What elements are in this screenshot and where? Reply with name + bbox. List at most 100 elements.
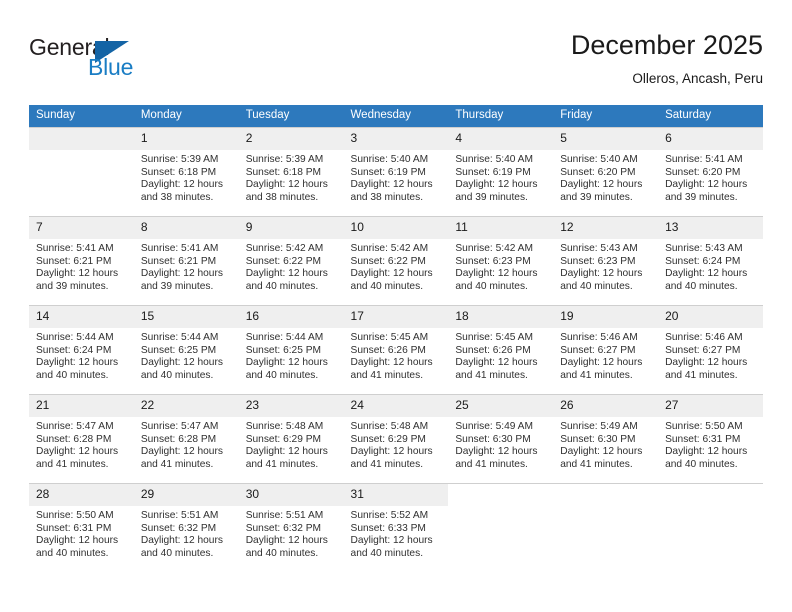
sunrise-text: Sunrise: 5:48 AM bbox=[350, 421, 429, 432]
daylight-text-line1: Daylight: 12 hours bbox=[140, 446, 223, 458]
daylight-text-line1: Daylight: 12 hours bbox=[560, 179, 643, 191]
sunset-text: Sunset: 6:31 PM bbox=[665, 433, 741, 445]
calendar-day-cell[interactable]: 18 Sunrise: 5:45 AM Sunset: 6:26 PM Dayligh… bbox=[448, 305, 554, 395]
calendar-empty-cell bbox=[448, 483, 554, 572]
daylight-text-line1: Daylight: 12 hours bbox=[350, 357, 433, 369]
daylight-text-line1: Daylight: 12 hours bbox=[245, 357, 328, 369]
day-number: 21 bbox=[29, 395, 134, 417]
sunrise-text: Sunrise: 5:42 AM bbox=[245, 243, 324, 254]
day-sun-info: Sunrise: 5:43 AM Sunset: 6:24 PM Daylight:… bbox=[658, 239, 763, 293]
calendar-page: General Blue December 2025 Olleros, Anca… bbox=[0, 0, 792, 612]
title-block: December 2025 Olleros, Ancash, Peru bbox=[571, 28, 763, 89]
calendar-day-cell[interactable]: 11 Sunrise: 5:42 AM Sunset: 6:23 PM Dayligh… bbox=[448, 216, 554, 306]
general-blue-logo[interactable]: General Blue bbox=[29, 34, 229, 90]
calendar-day-cell[interactable]: 28 Sunrise: 5:50 AM Sunset: 6:31 PM Dayligh… bbox=[29, 483, 134, 572]
daylight-text-line1: Daylight: 12 hours bbox=[245, 268, 328, 280]
calendar-day-cell[interactable]: 21 Sunrise: 5:47 AM Sunset: 6:28 PM Dayligh… bbox=[29, 394, 134, 484]
day-number bbox=[658, 484, 763, 506]
day-sun-info: Sunrise: 5:39 AM Sunset: 6:18 PM Daylight:… bbox=[134, 150, 239, 204]
calendar-day-cell[interactable]: 6 Sunrise: 5:41 AM Sunset: 6:20 PM Daylight… bbox=[658, 127, 763, 217]
calendar-day-cell[interactable]: 27 Sunrise: 5:50 AM Sunset: 6:31 PM Dayligh… bbox=[658, 394, 763, 484]
calendar-day-cell[interactable]: 29 Sunrise: 5:51 AM Sunset: 6:32 PM Dayligh… bbox=[133, 483, 239, 572]
calendar-day-cell[interactable]: 7 Sunrise: 5:41 AM Sunset: 6:21 PM Daylight… bbox=[29, 216, 134, 306]
day-sun-info: Sunrise: 5:45 AM Sunset: 6:26 PM Daylight:… bbox=[448, 328, 553, 382]
calendar-day-cell[interactable]: 26 Sunrise: 5:49 AM Sunset: 6:30 PM Dayligh… bbox=[553, 394, 659, 484]
calendar-day-cell[interactable]: 14 Sunrise: 5:44 AM Sunset: 6:24 PM Dayligh… bbox=[29, 305, 134, 395]
calendar-day-cell[interactable]: 13 Sunrise: 5:43 AM Sunset: 6:24 PM Dayligh… bbox=[658, 216, 763, 306]
day-number bbox=[553, 484, 659, 506]
sunrise-text: Sunrise: 5:40 AM bbox=[560, 154, 638, 165]
sunset-text: Sunset: 6:25 PM bbox=[245, 344, 322, 356]
daylight-text-line2: and 40 minutes. bbox=[245, 547, 319, 559]
calendar-day-cell[interactable]: 24 Sunrise: 5:48 AM Sunset: 6:29 PM Dayligh… bbox=[343, 394, 449, 484]
calendar-day-cell[interactable]: 16 Sunrise: 5:44 AM Sunset: 6:25 PM Dayligh… bbox=[238, 305, 344, 395]
sunrise-text: Sunrise: 5:50 AM bbox=[665, 421, 743, 432]
calendar-day-cell[interactable]: 19 Sunrise: 5:46 AM Sunset: 6:27 PM Dayligh… bbox=[553, 305, 659, 395]
day-sun-info: Sunrise: 5:51 AM Sunset: 6:32 PM Daylight:… bbox=[134, 506, 239, 560]
daylight-text-line2: and 40 minutes. bbox=[245, 280, 319, 292]
sunrise-text: Sunrise: 5:43 AM bbox=[560, 243, 638, 254]
sunrise-text: Sunrise: 5:50 AM bbox=[36, 510, 114, 521]
sunset-text: Sunset: 6:33 PM bbox=[350, 522, 426, 534]
calendar-week-row: 28 Sunrise: 5:50 AM Sunset: 6:31 PM Dayligh… bbox=[29, 483, 763, 572]
day-sun-info: Sunrise: 5:47 AM Sunset: 6:28 PM Daylight:… bbox=[29, 417, 134, 471]
day-number: 30 bbox=[238, 484, 344, 506]
calendar-week-row: 7 Sunrise: 5:41 AM Sunset: 6:21 PM Daylight… bbox=[29, 216, 763, 306]
daylight-text-line2: and 39 minutes. bbox=[665, 191, 738, 203]
sunrise-text: Sunrise: 5:51 AM bbox=[245, 510, 324, 521]
day-number bbox=[29, 128, 134, 150]
calendar-day-cell[interactable]: 2 Sunrise: 5:39 AM Sunset: 6:18 PM Daylight… bbox=[238, 127, 344, 217]
calendar-day-cell[interactable]: 8 Sunrise: 5:41 AM Sunset: 6:21 PM Daylight… bbox=[133, 216, 239, 306]
calendar-day-cell[interactable]: 22 Sunrise: 5:47 AM Sunset: 6:28 PM Dayligh… bbox=[133, 394, 239, 484]
daylight-text-line2: and 41 minutes. bbox=[560, 458, 633, 470]
calendar-day-cell[interactable]: 23 Sunrise: 5:48 AM Sunset: 6:29 PM Dayligh… bbox=[238, 394, 344, 484]
day-number: 10 bbox=[343, 217, 449, 239]
day-sun-info: Sunrise: 5:41 AM Sunset: 6:21 PM Daylight:… bbox=[134, 239, 239, 293]
calendar-day-cell[interactable]: 9 Sunrise: 5:42 AM Sunset: 6:22 PM Daylight… bbox=[238, 216, 344, 306]
calendar-day-cell[interactable]: 15 Sunrise: 5:44 AM Sunset: 6:25 PM Dayligh… bbox=[133, 305, 239, 395]
calendar-empty-cell bbox=[658, 483, 763, 572]
calendar-day-cell[interactable]: 12 Sunrise: 5:43 AM Sunset: 6:23 PM Dayligh… bbox=[553, 216, 659, 306]
daylight-text-line1: Daylight: 12 hours bbox=[140, 535, 223, 547]
daylight-text-line1: Daylight: 12 hours bbox=[455, 446, 538, 458]
calendar-day-cell[interactable]: 31 Sunrise: 5:52 AM Sunset: 6:33 PM Dayligh… bbox=[343, 483, 449, 572]
sunset-text: Sunset: 6:22 PM bbox=[350, 255, 426, 267]
day-sun-info: Sunrise: 5:49 AM Sunset: 6:30 PM Daylight:… bbox=[553, 417, 658, 471]
day-sun-info: Sunrise: 5:45 AM Sunset: 6:26 PM Daylight:… bbox=[344, 328, 449, 382]
daylight-text-line1: Daylight: 12 hours bbox=[665, 446, 748, 458]
calendar-day-cell[interactable]: 30 Sunrise: 5:51 AM Sunset: 6:32 PM Dayligh… bbox=[238, 483, 344, 572]
sunset-text: Sunset: 6:25 PM bbox=[140, 344, 217, 356]
sunrise-text: Sunrise: 5:51 AM bbox=[140, 510, 219, 521]
calendar-day-cell[interactable]: 4 Sunrise: 5:40 AM Sunset: 6:19 PM Daylight… bbox=[448, 127, 554, 217]
sunrise-text: Sunrise: 5:44 AM bbox=[140, 332, 219, 343]
calendar-day-cell[interactable]: 5 Sunrise: 5:40 AM Sunset: 6:20 PM Daylight… bbox=[553, 127, 659, 217]
calendar-day-cell[interactable]: 17 Sunrise: 5:45 AM Sunset: 6:26 PM Dayligh… bbox=[343, 305, 449, 395]
sunset-text: Sunset: 6:28 PM bbox=[36, 433, 112, 445]
sunrise-text: Sunrise: 5:41 AM bbox=[36, 243, 114, 254]
calendar-day-cell[interactable]: 10 Sunrise: 5:42 AM Sunset: 6:22 PM Dayligh… bbox=[343, 216, 449, 306]
day-sun-info: Sunrise: 5:44 AM Sunset: 6:25 PM Daylight:… bbox=[239, 328, 344, 382]
sunrise-text: Sunrise: 5:40 AM bbox=[350, 154, 429, 165]
calendar-day-cell[interactable]: 20 Sunrise: 5:46 AM Sunset: 6:27 PM Dayligh… bbox=[658, 305, 763, 395]
day-number: 1 bbox=[133, 128, 239, 150]
day-sun-info: Sunrise: 5:47 AM Sunset: 6:28 PM Daylight:… bbox=[134, 417, 239, 471]
day-sun-info: Sunrise: 5:42 AM Sunset: 6:23 PM Daylight:… bbox=[448, 239, 553, 293]
daylight-text-line1: Daylight: 12 hours bbox=[245, 535, 328, 547]
calendar-day-cell[interactable]: 25 Sunrise: 5:49 AM Sunset: 6:30 PM Dayligh… bbox=[448, 394, 554, 484]
sunrise-text: Sunrise: 5:41 AM bbox=[140, 243, 219, 254]
sunset-text: Sunset: 6:20 PM bbox=[665, 166, 741, 178]
day-number: 24 bbox=[343, 395, 449, 417]
day-sun-info: Sunrise: 5:49 AM Sunset: 6:30 PM Daylight:… bbox=[448, 417, 553, 471]
weekday-header-tuesday: Tuesday bbox=[238, 105, 344, 128]
daylight-text-line1: Daylight: 12 hours bbox=[36, 446, 119, 458]
daylight-text-line2: and 41 minutes. bbox=[350, 369, 424, 381]
day-sun-info: Sunrise: 5:50 AM Sunset: 6:31 PM Daylight:… bbox=[658, 417, 763, 471]
weekday-header-sunday: Sunday bbox=[29, 105, 134, 128]
sunrise-text: Sunrise: 5:44 AM bbox=[245, 332, 324, 343]
sunrise-text: Sunrise: 5:40 AM bbox=[455, 154, 533, 165]
daylight-text-line1: Daylight: 12 hours bbox=[36, 357, 119, 369]
calendar-day-cell[interactable]: 3 Sunrise: 5:40 AM Sunset: 6:19 PM Daylight… bbox=[343, 127, 449, 217]
calendar-day-cell[interactable]: 1 Sunrise: 5:39 AM Sunset: 6:18 PM Daylight… bbox=[133, 127, 239, 217]
daylight-text-line1: Daylight: 12 hours bbox=[665, 357, 748, 369]
day-number: 26 bbox=[553, 395, 659, 417]
